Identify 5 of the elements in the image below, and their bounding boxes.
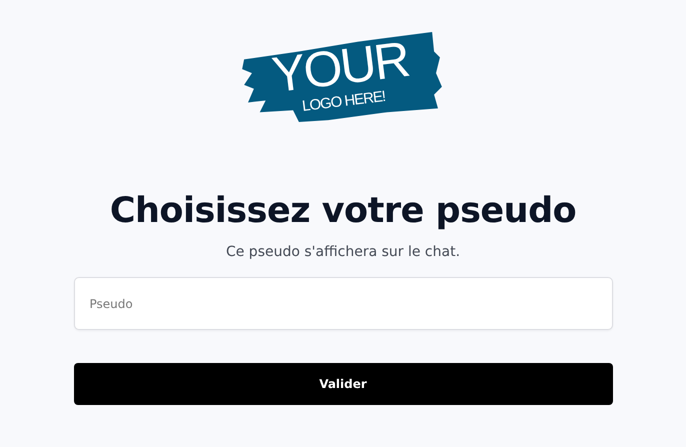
page-heading: Choisissez votre pseudo: [110, 190, 576, 232]
submit-button[interactable]: Valider: [74, 363, 612, 405]
pseudo-input-field[interactable]: Pseudo: [74, 277, 612, 330]
logo-text: LOGO HERE!: [301, 88, 386, 116]
description-text: Ce pseudo s'affichera sur le chat.: [226, 243, 460, 262]
